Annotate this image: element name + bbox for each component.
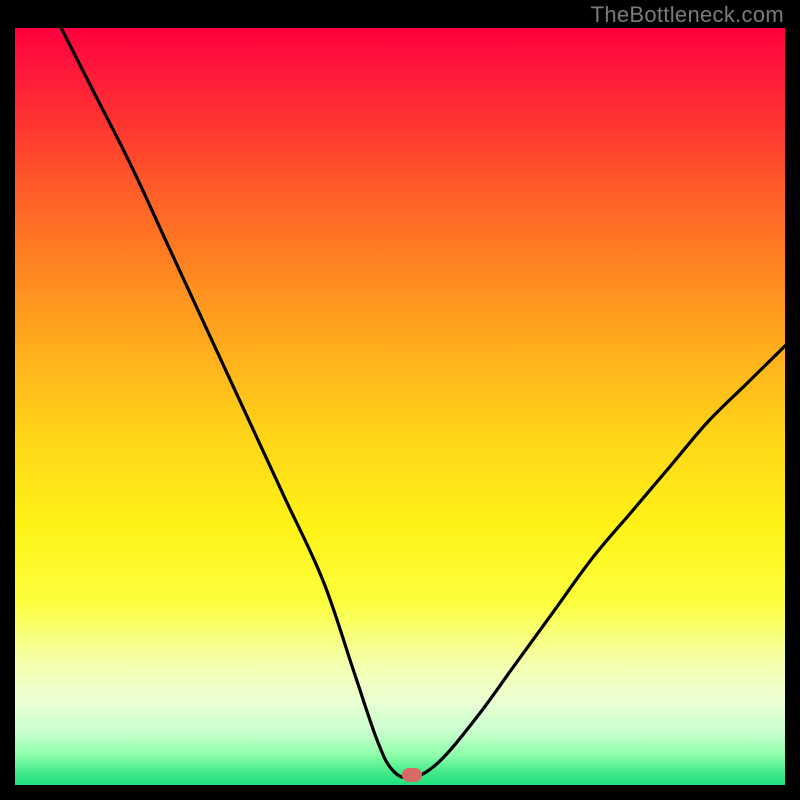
watermark-text: TheBottleneck.com — [591, 2, 784, 28]
curve-layer — [15, 28, 785, 785]
optimum-marker — [402, 768, 422, 782]
chart-frame: TheBottleneck.com — [0, 0, 800, 800]
plot-area — [15, 28, 785, 785]
bottleneck-curve — [61, 28, 785, 778]
